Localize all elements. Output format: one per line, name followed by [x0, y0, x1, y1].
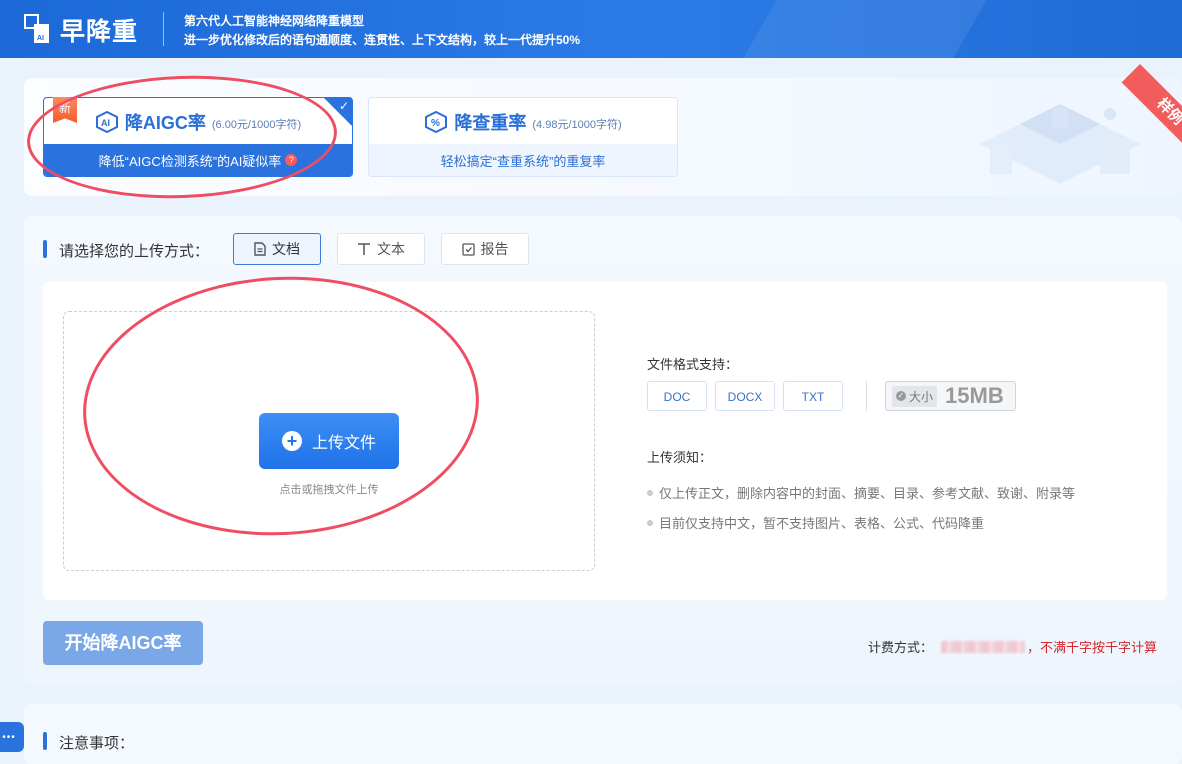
format-docx: DOCX: [715, 381, 775, 411]
size-value: 15MB: [945, 383, 1004, 408]
svg-text:AI: AI: [101, 118, 110, 128]
upload-file-button[interactable]: + 上传文件: [259, 413, 399, 469]
product-price: (4.98元/1000字符): [532, 118, 622, 131]
drop-hint: 点击或拖拽文件上传: [279, 484, 379, 496]
billing-note: ，不满千字按千字计算: [1027, 640, 1158, 655]
tab-label: 文档: [272, 241, 300, 257]
formats-title: 文件格式支持：: [647, 357, 739, 372]
svg-text:%: %: [431, 118, 440, 129]
header-tagline-2: 进一步优化修改后的语句通顺度、连贯性、上下文结构，较上一代提升50%: [184, 33, 581, 47]
chat-icon[interactable]: •••: [0, 722, 24, 752]
help-icon[interactable]: ?: [285, 154, 298, 166]
size-limit-chip: ✓ 大小 15MB: [885, 381, 1016, 411]
product-name: 降AIGC率: [124, 112, 206, 133]
note-text: 仅上传正文，删除内容中的封面、摘要、目录、参考文献、致谢、附录等: [659, 486, 1076, 501]
ai-hexagon-icon: AI: [95, 110, 118, 133]
tab-report[interactable]: 报告: [441, 233, 529, 265]
svg-text:AI: AI: [37, 35, 44, 42]
notes-title: 上传须知：: [647, 450, 713, 465]
redacted-price: [941, 640, 1026, 653]
bullet-icon: [647, 489, 653, 496]
section-marker: [43, 732, 47, 750]
top-header: AI 早降重 第六代人工智能神经网络降重模型 进一步优化修改后的语句通顺度、连贯…: [0, 0, 1182, 58]
percent-hexagon-icon: %: [425, 110, 448, 133]
check-icon: ✓: [896, 391, 906, 401]
product-card-aigc[interactable]: AI 降AIGC率 (6.00元/1000字符) 降低“AIGC检测系统”的AI…: [43, 97, 353, 177]
product-price: (6.00元/1000字符): [211, 118, 302, 131]
clipboard-check-icon: [461, 243, 475, 256]
header-divider: [163, 12, 164, 46]
note-item: 仅上传正文，删除内容中的封面、摘要、目录、参考文献、致谢、附录等: [647, 483, 1075, 502]
document-icon: [254, 242, 266, 256]
graduation-illustration: [980, 104, 1140, 184]
size-label: 大小: [909, 389, 934, 404]
section-marker: [43, 240, 47, 258]
note-text: 目前仅支持中文，暂不支持图片、表格、公式、代码降重: [659, 516, 985, 531]
start-aigc-button[interactable]: 开始降AIGC率: [43, 621, 203, 665]
upload-method-label: 请选择您的上传方式：: [59, 243, 210, 260]
notice-panel: [24, 704, 1182, 764]
text-icon: [358, 243, 370, 255]
plus-icon: +: [281, 431, 302, 451]
format-txt: TXT: [783, 381, 843, 411]
header-tagline-1: 第六代人工智能神经网络降重模型: [184, 14, 365, 28]
billing-label: 计费方式：: [868, 640, 934, 655]
product-card-duplicate[interactable]: % 降查重率 (4.98元/1000字符) 轻松搞定“查重系统”的重复率: [368, 97, 678, 177]
logo-icon[interactable]: AI: [24, 14, 50, 44]
format-doc: DOC: [647, 381, 707, 411]
tab-document[interactable]: 文档: [233, 233, 321, 265]
bullet-icon: [647, 519, 653, 526]
tab-label: 文本: [377, 241, 405, 257]
product-desc: 轻松搞定“查重系统”的重复率: [440, 153, 606, 169]
tab-label: 报告: [480, 241, 509, 257]
billing-info: 计费方式： ，不满千字按千字计算: [868, 637, 1157, 656]
upload-button-label: 上传文件: [311, 435, 376, 452]
format-divider: [866, 381, 867, 411]
note-item: 目前仅支持中文，暂不支持图片、表格、公式、代码降重: [647, 513, 984, 532]
tab-text[interactable]: 文本: [337, 233, 425, 265]
product-desc: 降低“AIGC检测系统”的AI疑似率: [98, 153, 282, 169]
notice-label: 注意事项：: [59, 735, 135, 752]
product-name: 降查重率: [454, 112, 527, 133]
logo-text[interactable]: 早降重: [60, 12, 138, 48]
